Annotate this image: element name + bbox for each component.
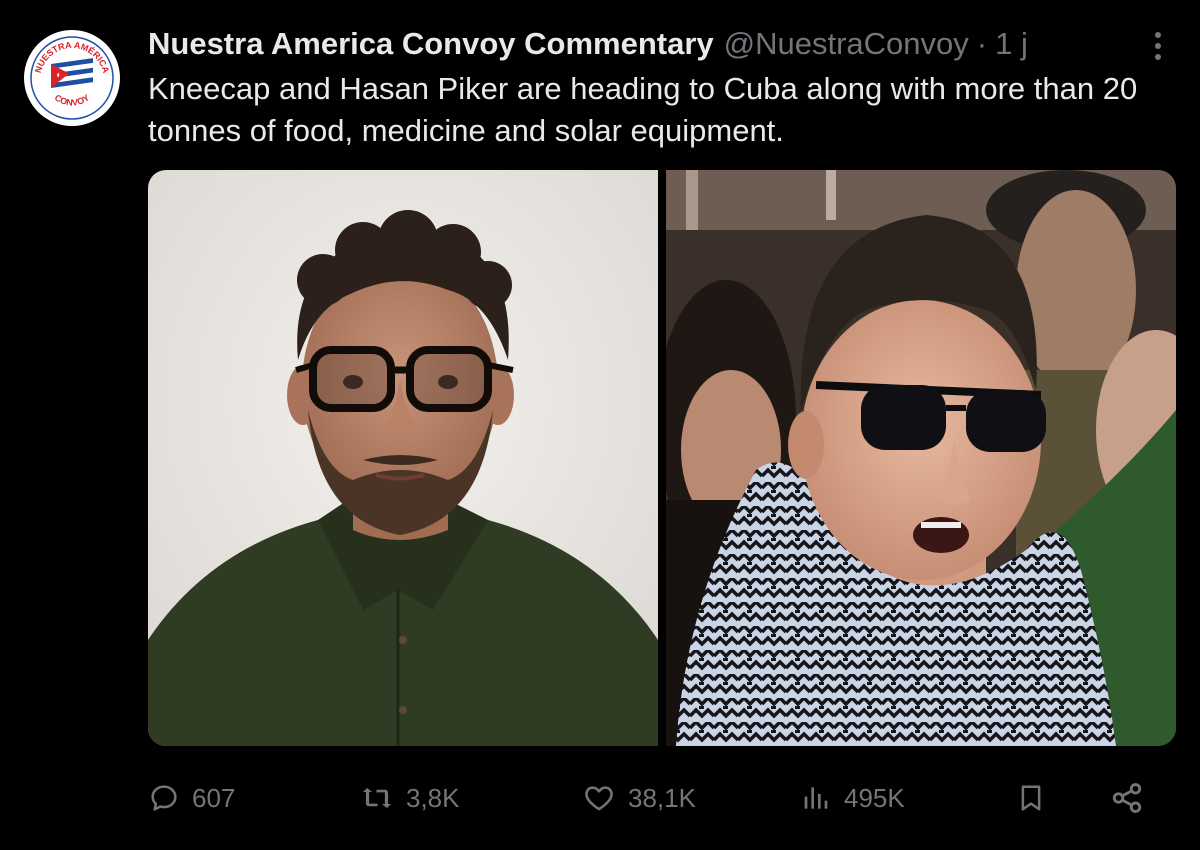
heart-icon [585, 786, 613, 811]
tweet-media [148, 170, 1176, 746]
more-horizontal-icon [1155, 32, 1161, 60]
author-handle[interactable]: @NuestraConvoy [724, 26, 969, 62]
more-options-button[interactable] [1138, 26, 1178, 66]
separator-dot: · [976, 26, 988, 61]
repost-count: 3,8K [406, 782, 460, 813]
tweet-header: Nuestra America Convoy Commentary @Nuest… [148, 24, 1028, 64]
reply-button[interactable]: 607 [148, 770, 235, 826]
tweet-text: Kneecap and Hasan Piker are heading to C… [148, 71, 1138, 148]
reply-count: 607 [192, 782, 236, 813]
avatar[interactable]: NUESTRA AMÉRICA CONVOY [24, 30, 120, 126]
crowd-image [666, 170, 1176, 746]
convoy-logo-icon: NUESTRA AMÉRICA CONVOY [26, 32, 118, 124]
tweet-photo-right[interactable] [666, 170, 1176, 746]
tweet: NUESTRA AMÉRICA CONVOY Nuestra America C… [0, 0, 1200, 850]
bookmark-icon [1021, 785, 1041, 811]
like-count: 38,1K [628, 782, 696, 813]
bookmark-button[interactable] [1016, 770, 1046, 826]
tweet-timestamp[interactable]: 1 j [995, 26, 1028, 62]
view-count: 495K [844, 782, 905, 813]
like-button[interactable]: 38,1K [582, 770, 696, 826]
views-button[interactable]: 495K [800, 770, 905, 826]
portrait-image [148, 170, 658, 746]
tweet-actions: 607 3,8K 38,1K 495K [148, 770, 1158, 826]
analytics-icon [804, 787, 828, 809]
share-icon [1112, 783, 1142, 813]
share-button[interactable] [1110, 770, 1144, 826]
tweet-photo-left[interactable] [148, 170, 658, 746]
repost-icon [363, 788, 391, 808]
repost-button[interactable]: 3,8K [360, 770, 460, 826]
reply-icon [151, 785, 177, 811]
author-display-name[interactable]: Nuestra America Convoy Commentary [148, 26, 714, 62]
